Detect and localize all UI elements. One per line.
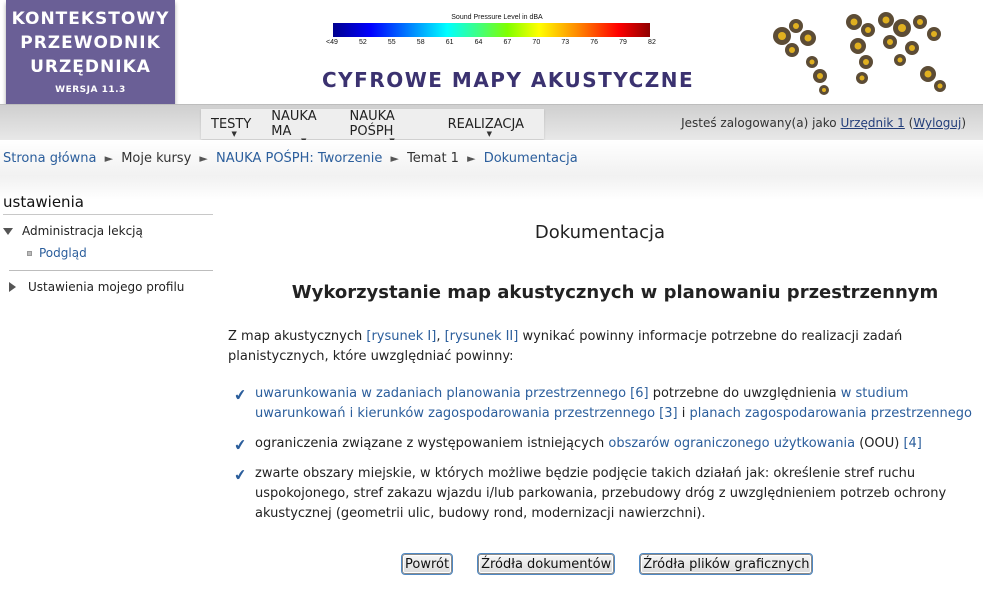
breadcrumb-background	[0, 140, 983, 200]
reference-4-link[interactable]: [4]	[903, 436, 921, 451]
sound-level-legend: Sound Pressure Level in dBA <49 52 55 58…	[324, 14, 660, 46]
sidebar-title: ustawienia	[3, 193, 213, 215]
breadcrumb-topic: Temat 1	[407, 151, 459, 166]
main-menu: TESTY ▼ NAUKA MA ▼ NAUKA POŚPH ▼ REALIZA…	[201, 109, 544, 145]
page-title: Dokumentacja	[534, 222, 666, 243]
login-info: Jesteś zalogowany(a) jako Urzędnik 1 (Wy…	[681, 116, 966, 130]
intro-text: ,	[436, 329, 445, 344]
site-title: CYFROWE MAPY AKUSTYCZNE	[322, 68, 695, 92]
legend-tick: 67	[503, 39, 512, 46]
breadcrumb-separator-icon: ►	[104, 152, 114, 165]
login-paren-close: )	[961, 116, 966, 130]
legend-tick: 76	[590, 39, 599, 46]
breadcrumb-course[interactable]: NAUKA POŚPH: Tworzenie	[216, 151, 382, 166]
nav-item-nauka-ma[interactable]: NAUKA MA ▼	[271, 109, 329, 145]
figure-1-link[interactable]: [rysunek I]	[366, 329, 436, 344]
logo-line-3: URZĘDNIKA	[30, 57, 151, 77]
logo-line-1: KONTEKSTOWY	[11, 9, 170, 29]
preview-link[interactable]: Podgląd	[39, 246, 87, 260]
planning-conditions-link[interactable]: uwarunkowania w zadaniach planowania prz…	[255, 386, 649, 401]
sidebar-item-preview: Podgląd	[27, 246, 213, 260]
list-text: ograniczenia związane z występowaniem is…	[255, 436, 609, 451]
spatial-plans-link[interactable]: planach zagospodarowania przestrzennego	[689, 406, 971, 421]
list-text: i	[677, 406, 690, 421]
top-navbar: TESTY ▼ NAUKA MA ▼ NAUKA POŚPH ▼ REALIZA…	[0, 104, 983, 145]
user-profile-link[interactable]: Urzędnik 1	[840, 116, 904, 130]
intro-text: Z map akustycznych	[228, 329, 367, 344]
list-text: (OOU)	[855, 436, 904, 451]
breadcrumb-separator-icon: ►	[199, 152, 208, 165]
logo-version: WERSJA 11.3	[55, 85, 126, 95]
document-sources-button[interactable]: Źródła dokumentów	[477, 553, 616, 575]
sidebar-divider	[9, 270, 213, 271]
breadcrumb-current[interactable]: Dokumentacja	[484, 151, 578, 166]
sidebar-item-label: Administracja lekcją	[22, 224, 143, 238]
world-speakers-image	[773, 12, 946, 95]
expanded-triangle-icon	[3, 227, 13, 235]
collapsed-triangle-icon	[9, 282, 16, 292]
legend-tick: 52	[358, 39, 367, 46]
legend-title: Sound Pressure Level in dBA	[451, 14, 543, 21]
nav-item-testy[interactable]: TESTY ▼	[211, 117, 251, 138]
restricted-areas-link[interactable]: obszarów ograniczonego użytkowania	[608, 436, 855, 451]
intro-paragraph: Z map akustycznych [rysunek I], [rysunek…	[228, 327, 972, 367]
legend-tick: <49	[326, 39, 338, 46]
legend-tick: 58	[416, 39, 425, 46]
settings-sidebar: ustawienia Administracja lekcją Podgląd …	[3, 193, 213, 294]
chevron-down-icon: ▼	[231, 129, 237, 138]
main-content: Dokumentacja Wykorzystanie map akustyczn…	[228, 222, 972, 534]
legend-tick: 70	[532, 39, 541, 46]
breadcrumb-separator-icon: ►	[390, 152, 399, 165]
breadcrumb-my-courses: Moje kursy	[121, 151, 192, 166]
list-item: ✔ zwarte obszary miejskie, w których moż…	[228, 464, 972, 524]
nav-item-label: NAUKA POŚPH	[349, 109, 395, 139]
legend-tick: 61	[445, 39, 454, 46]
nav-item-nauka-posph[interactable]: NAUKA POŚPH ▼	[349, 109, 428, 145]
legend-ticks: <49 52 55 58 61 64 67 70 73 76 79 82	[326, 39, 656, 46]
figure-2-link[interactable]: [rysunek II]	[445, 329, 519, 344]
section-heading: Wykorzystanie map akustycznych w planowa…	[291, 282, 939, 303]
sidebar-item-profile-settings[interactable]: Ustawienia mojego profilu	[3, 280, 213, 294]
back-button[interactable]: Powrót	[400, 553, 454, 575]
logout-link[interactable]: Wyloguj	[913, 116, 961, 130]
list-text: zwarte obszary miejskie, w których możli…	[255, 466, 947, 521]
checkmark-icon: ✔	[232, 465, 248, 485]
bullet-icon	[27, 250, 32, 256]
legend-tick: 64	[474, 39, 483, 46]
list-item: ✔ ograniczenia związane z występowaniem …	[228, 434, 972, 455]
sidebar-item-label: Ustawienia mojego profilu	[28, 280, 185, 294]
legend-tick: 82	[648, 39, 656, 46]
breadcrumb-home[interactable]: Strona główna	[3, 151, 96, 166]
graphic-sources-button[interactable]: Źródła plików graficznych	[639, 553, 814, 575]
breadcrumb: Strona główna ► Moje kursy ► NAUKA POŚPH…	[3, 151, 578, 166]
nav-item-realizacja[interactable]: REALIZACJA ▼	[448, 117, 524, 138]
chevron-down-icon: ▼	[486, 129, 492, 138]
nav-item-label: NAUKA MA	[271, 109, 317, 139]
requirements-list: ✔ uwarunkowania w zadaniach planowania p…	[228, 384, 972, 524]
breadcrumb-separator-icon: ►	[467, 152, 476, 165]
checkmark-icon: ✔	[232, 435, 248, 455]
action-buttons: Powrót Źródła dokumentów Źródła plików g…	[400, 553, 814, 575]
sidebar-item-lesson-admin[interactable]: Administracja lekcją	[3, 224, 213, 238]
legend-tick: 79	[619, 39, 627, 46]
legend-tick: 55	[387, 39, 396, 46]
legend-color-scale	[333, 23, 650, 37]
checkmark-icon: ✔	[232, 385, 248, 405]
list-text: potrzebne do uwzględnienia	[648, 386, 841, 401]
login-prefix: Jesteś zalogowany(a) jako	[681, 116, 841, 130]
list-item: ✔ uwarunkowania w zadaniach planowania p…	[228, 384, 972, 424]
logo-line-2: PRZEWODNIK	[20, 33, 161, 53]
legend-tick: 73	[561, 39, 570, 46]
